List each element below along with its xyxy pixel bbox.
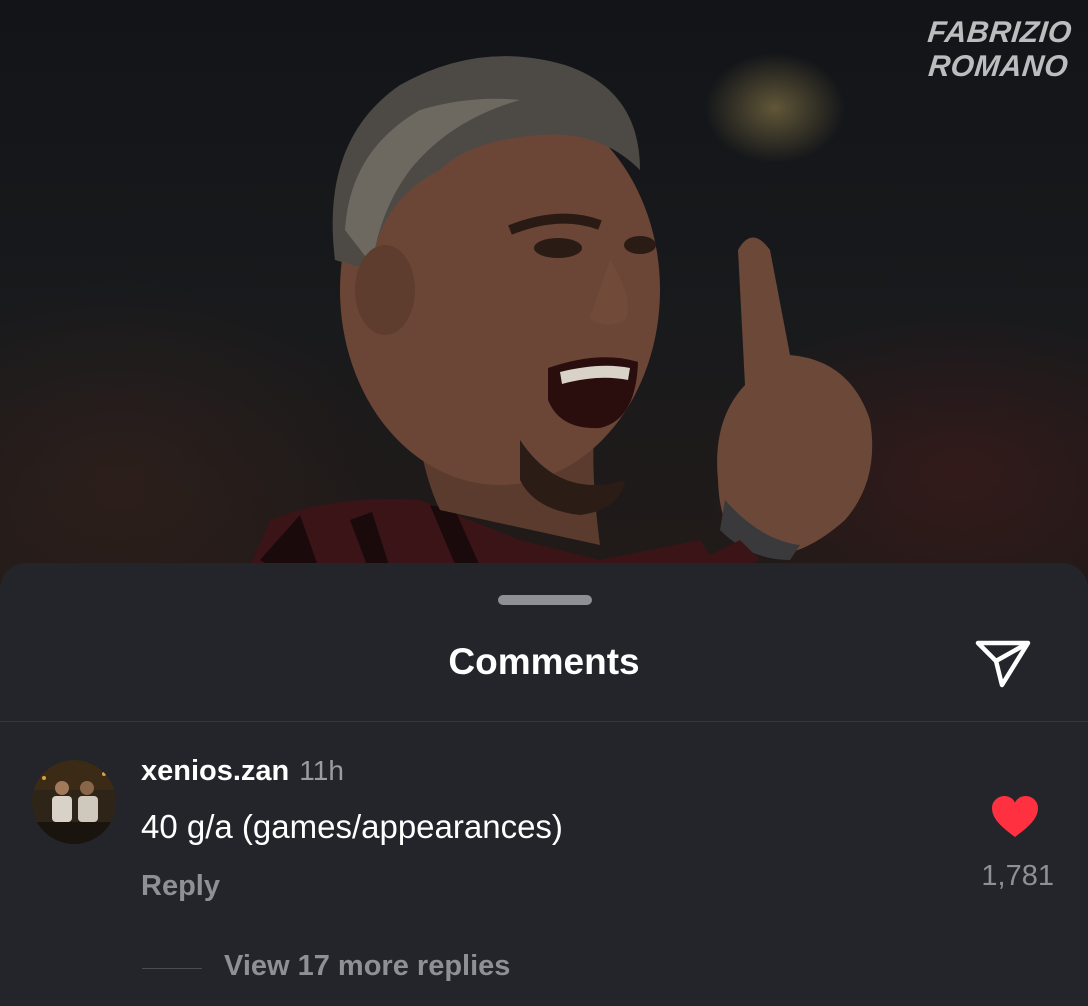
watermark-line-2: ROMANO <box>926 50 1070 83</box>
like-button[interactable] <box>990 795 1040 839</box>
paper-plane-icon <box>975 640 1031 688</box>
header-divider <box>0 721 1088 722</box>
post-image: FABRIZIO ROMANO <box>0 0 1088 600</box>
reply-button[interactable]: Reply <box>141 870 220 903</box>
like-count: 1,781 <box>981 860 1054 892</box>
avatar-photo <box>32 760 116 844</box>
watermark-line-1: FABRIZIO <box>926 16 1074 49</box>
player-illustration <box>235 56 873 600</box>
sheet-drag-handle[interactable] <box>498 595 592 605</box>
avatar[interactable] <box>32 760 116 844</box>
comment-username[interactable]: xenios.zan 11h <box>141 755 344 788</box>
share-button[interactable] <box>972 635 1034 691</box>
username-text[interactable]: xenios.zan <box>141 755 289 787</box>
heart-icon <box>992 796 1038 837</box>
comments-sheet: Comments xenios.zan 11h 40 g/a (games/ap… <box>0 563 1088 1006</box>
sheet-title: Comments <box>448 641 640 682</box>
view-more-replies-button[interactable]: View 17 more replies <box>224 950 510 983</box>
comment-text: 40 g/a (games/appearances) <box>141 808 563 845</box>
watermark: FABRIZIO ROMANO <box>922 16 1073 84</box>
comment-timestamp: 11h <box>299 755 344 786</box>
replies-divider-line <box>142 968 202 969</box>
